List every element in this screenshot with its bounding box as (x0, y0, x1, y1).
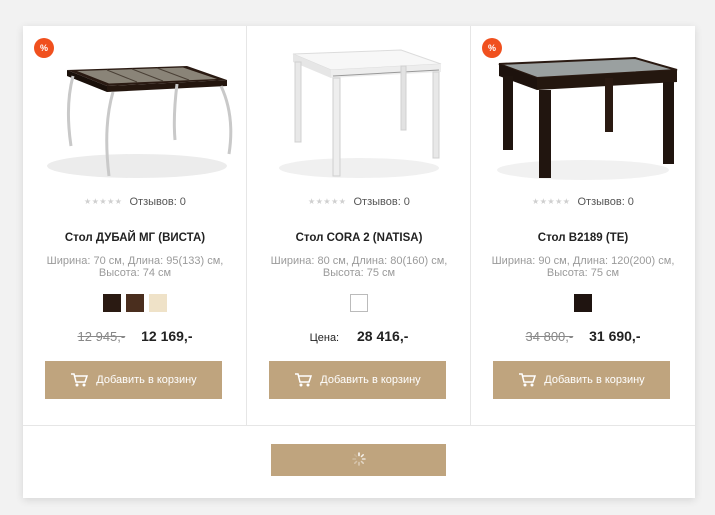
product-image[interactable] (261, 36, 457, 196)
load-more-button[interactable] (271, 444, 446, 476)
add-to-cart-label: Добавить в корзину (544, 374, 645, 386)
product-dimensions: Ширина: 80 см, Длина: 80(160) см, Высота… (270, 255, 448, 279)
add-to-cart-button[interactable]: Добавить в корзину (45, 361, 222, 399)
product-title[interactable]: Стол ДУБАЙ МГ (ВИСТА) (23, 232, 247, 244)
current-price: 31 690,- (589, 328, 641, 344)
old-price: 34 800,- (525, 329, 574, 344)
table-image-dubai (47, 66, 233, 178)
rating-stars: ★★★★★ (308, 197, 347, 206)
add-to-cart-button[interactable]: Добавить в корзину (269, 361, 446, 399)
price-row: 34 800,- 31 690,- (471, 328, 695, 344)
add-to-cart-label: Добавить в корзину (96, 374, 197, 386)
reviews-count[interactable]: Отзывов: 0 (577, 196, 633, 208)
price-label: Цена: (309, 332, 340, 344)
rating-stars: ★★★★★ (84, 197, 123, 206)
rating-row: ★★★★★ Отзывов: 0 (23, 196, 247, 208)
price-row: 12 945,- 12 169,- (23, 328, 247, 344)
product-dimensions: Ширина: 70 см, Длина: 95(133) см, Высота… (46, 255, 224, 279)
color-swatches (23, 294, 247, 312)
cart-icon (70, 372, 89, 388)
old-price: 12 945,- (77, 329, 126, 344)
product-grid: % ★★★★★ Отзывов: 0 Стол ДУБАЙ МГ (ВИСТА)… (23, 26, 695, 426)
rating-stars: ★★★★★ (532, 197, 571, 206)
color-swatch[interactable] (350, 294, 368, 312)
add-to-cart-button[interactable]: Добавить в корзину (493, 361, 670, 399)
product-dimensions: Ширина: 90 см, Длина: 120(200) см, Высот… (491, 255, 675, 279)
color-swatch[interactable] (149, 294, 167, 312)
product-card: ★★★★★ Отзывов: 0 Стол CORA 2 (NATISA) Ши… (247, 26, 471, 426)
cart-icon (518, 372, 537, 388)
product-panel: % ★★★★★ Отзывов: 0 Стол ДУБАЙ МГ (ВИСТА)… (23, 26, 695, 498)
price-row: Цена: 28 416,- (247, 328, 471, 344)
add-to-cart-label: Добавить в корзину (320, 374, 421, 386)
current-price: 28 416,- (357, 328, 409, 344)
sale-badge: % (34, 38, 54, 58)
color-swatch[interactable] (574, 294, 592, 312)
product-title[interactable]: Стол CORA 2 (NATISA) (247, 232, 471, 244)
color-swatch[interactable] (103, 294, 121, 312)
product-title[interactable]: Стол B2189 (TE) (471, 232, 695, 244)
color-swatches (471, 294, 695, 312)
rating-row: ★★★★★ Отзывов: 0 (247, 196, 471, 208)
current-price: 12 169,- (141, 328, 193, 344)
table-image-b2189 (497, 56, 678, 180)
reviews-count[interactable]: Отзывов: 0 (353, 196, 409, 208)
product-image[interactable] (485, 36, 681, 196)
color-swatches (247, 294, 471, 312)
product-image[interactable] (37, 36, 233, 196)
reviews-count[interactable]: Отзывов: 0 (129, 196, 185, 208)
rating-row: ★★★★★ Отзывов: 0 (471, 196, 695, 208)
loading-spinner-icon (351, 451, 366, 469)
color-swatch[interactable] (126, 294, 144, 312)
cart-icon (294, 372, 313, 388)
sale-badge: % (482, 38, 502, 58)
table-image-cora (279, 49, 442, 178)
product-card: % ★★★★★ Отзывов: 0 Стол B2189 (TE) Ширин… (471, 26, 695, 426)
product-card: % ★★★★★ Отзывов: 0 Стол ДУБАЙ МГ (ВИСТА)… (23, 26, 247, 426)
